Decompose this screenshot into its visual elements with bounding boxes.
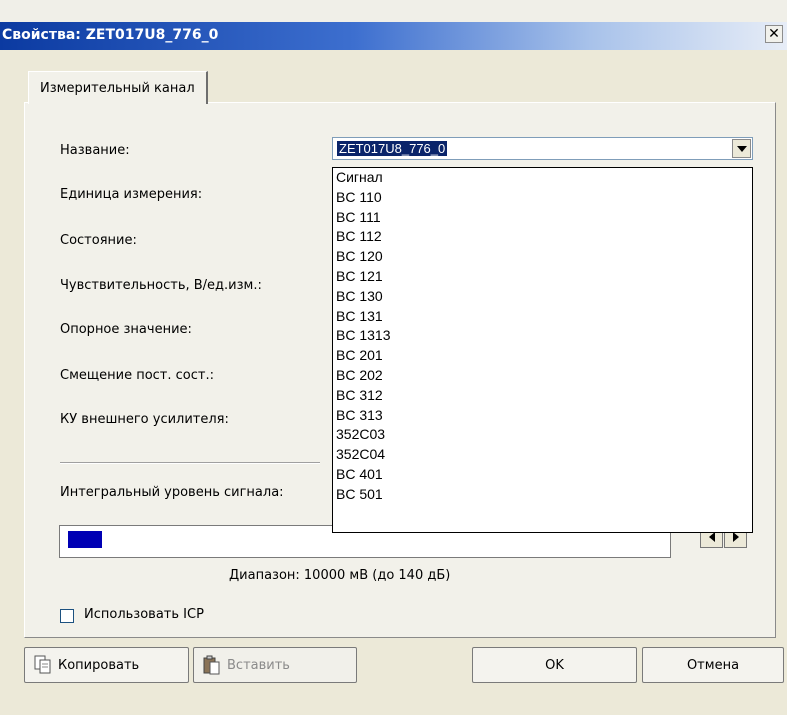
copy-button[interactable]: Копировать — [24, 647, 189, 683]
ok-button-label: OK — [545, 657, 564, 673]
offset-label: Смещение пост. сост.: — [60, 368, 214, 383]
name-dropdown-list[interactable]: Сигнал BC 110 BC 111 BC 112 BC 120 BC 121 BC 1… — [332, 167, 753, 533]
dropdown-option[interactable]: BC 501 — [333, 485, 752, 505]
window-title: Свойства: ZET017U8_776_0 — [2, 27, 219, 43]
icp-checkbox-label[interactable]: Использовать ICP — [84, 607, 204, 622]
range-text: Диапазон: 10000 мВ (до 140 дБ) — [229, 568, 451, 583]
combobox-dropdown-button[interactable] — [732, 139, 751, 158]
paste-icon — [203, 655, 220, 675]
copy-button-label: Копировать — [58, 657, 140, 673]
dropdown-option[interactable]: Сигнал — [333, 168, 752, 188]
arrow-right-icon — [732, 531, 739, 542]
chevron-down-icon — [736, 145, 747, 152]
dropdown-option[interactable]: BC 111 — [333, 208, 752, 228]
integral-level-label: Интегральный уровень сигнала: — [60, 485, 284, 500]
dropdown-option[interactable]: BC 401 — [333, 465, 752, 485]
unit-label: Единица измерения: — [60, 187, 203, 202]
dropdown-option[interactable]: BC 110 — [333, 188, 752, 208]
reference-label: Опорное значение: — [60, 322, 192, 337]
integral-level-fill — [68, 531, 102, 548]
dropdown-option[interactable]: 352C04 — [333, 445, 752, 465]
divider — [60, 462, 320, 464]
tab-label: Измерительный канал — [40, 80, 195, 96]
dropdown-option[interactable]: BC 131 — [333, 307, 752, 327]
dropdown-option[interactable]: BC 121 — [333, 267, 752, 287]
sensitivity-label: Чувствительность, В/ед.изм.: — [60, 278, 262, 293]
dropdown-option[interactable]: BC 130 — [333, 287, 752, 307]
cancel-button[interactable]: Отмена — [642, 647, 784, 683]
gain-label: КУ внешнего усилителя: — [60, 412, 229, 427]
close-button[interactable]: ✕ — [765, 25, 783, 43]
dropdown-option[interactable]: 352C03 — [333, 425, 752, 445]
name-combobox[interactable]: ZET017U8_776_0 — [332, 137, 753, 160]
title-bar[interactable]: Свойства: ZET017U8_776_0 ✕ — [0, 22, 787, 50]
dropdown-option[interactable]: BC 120 — [333, 247, 752, 267]
dropdown-option[interactable]: BC 112 — [333, 227, 752, 247]
tab-measurement-channel[interactable]: Измерительный канал — [28, 71, 208, 104]
name-combobox-value: ZET017U8_776_0 — [337, 141, 448, 156]
icp-checkbox[interactable] — [60, 609, 74, 623]
paste-button[interactable]: Вставить — [193, 647, 357, 683]
dropdown-option[interactable]: BC 1313 — [333, 326, 752, 346]
cancel-button-label: Отмена — [686, 657, 740, 673]
ok-button[interactable]: OK — [472, 647, 637, 683]
copy-icon — [34, 655, 51, 674]
name-label: Название: — [60, 143, 130, 158]
arrow-left-icon — [708, 531, 715, 542]
dropdown-option[interactable]: BC 313 — [333, 406, 752, 426]
state-label: Состояние: — [60, 233, 137, 248]
close-icon: ✕ — [768, 26, 780, 42]
dropdown-option[interactable]: BC 201 — [333, 346, 752, 366]
paste-button-label: Вставить — [227, 657, 290, 673]
dropdown-option[interactable]: BC 312 — [333, 386, 752, 406]
dropdown-option[interactable]: BC 202 — [333, 366, 752, 386]
background-strip — [0, 0, 787, 22]
